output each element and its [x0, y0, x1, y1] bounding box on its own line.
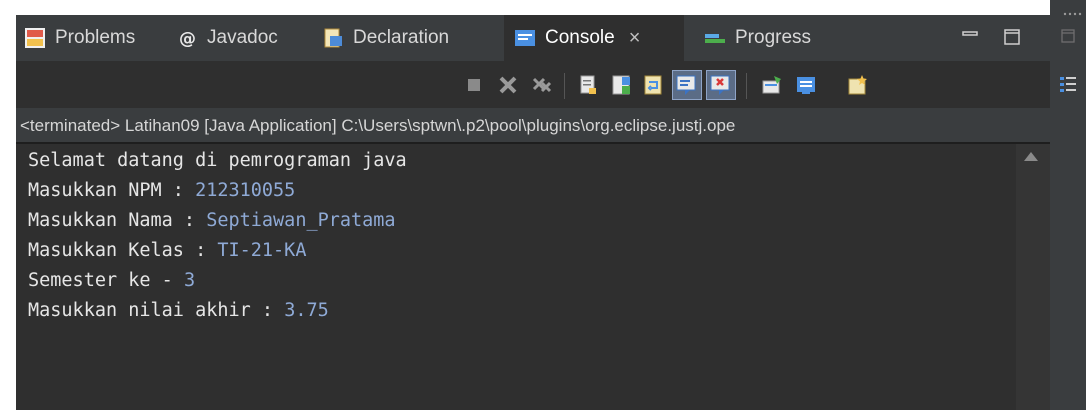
outline-view-icon[interactable]: [1058, 74, 1080, 96]
vertical-scrollbar[interactable]: [1016, 144, 1050, 410]
maximize-icon[interactable]: [1002, 27, 1022, 47]
view-tab-bar: Problems @ Javadoc Declaration Console ×: [16, 15, 1050, 61]
tab-console[interactable]: Console ×: [504, 15, 684, 61]
declaration-icon: [322, 27, 344, 49]
console-line: Masukkan nilai akhir : 3.75: [28, 300, 329, 321]
restore-icon[interactable]: [1060, 28, 1076, 44]
remove-launch-icon[interactable]: [496, 73, 520, 97]
console-toolbar: [16, 61, 1050, 108]
console-line: Masukkan NPM : 212310055: [28, 180, 296, 201]
tab-problems[interactable]: Problems: [24, 15, 135, 61]
open-console-icon[interactable]: [846, 73, 870, 97]
tab-label: Progress: [735, 27, 812, 48]
display-selected-console-icon[interactable]: [794, 73, 818, 97]
javadoc-icon: @: [176, 27, 198, 49]
scroll-lock-icon[interactable]: [610, 73, 634, 97]
more-icon[interactable]: [1062, 2, 1084, 16]
progress-icon: [704, 27, 726, 49]
left-margin: [0, 0, 16, 410]
tab-label: Declaration: [353, 27, 450, 48]
process-status-label: <terminated> Latihan09 [Java Application…: [16, 108, 1050, 144]
word-wrap-icon[interactable]: [642, 73, 666, 97]
toolbar-separator: [746, 73, 747, 99]
show-console-on-error-icon[interactable]: [706, 70, 736, 100]
scroll-up-arrow-icon[interactable]: [1024, 152, 1038, 161]
tab-label: Console: [545, 27, 615, 48]
terminate-icon[interactable]: [462, 73, 486, 97]
tab-declaration[interactable]: Declaration: [322, 15, 449, 61]
console-icon: [514, 27, 536, 49]
minimize-icon[interactable]: [960, 27, 980, 47]
console-line: Selamat datang di pemrograman java: [28, 150, 407, 171]
close-icon[interactable]: ×: [629, 27, 641, 50]
console-line: Masukkan Kelas : TI-21-KA: [28, 240, 307, 261]
tab-javadoc[interactable]: @ Javadoc: [176, 15, 278, 61]
console-line: Semester ke - 3: [28, 270, 196, 291]
console-output[interactable]: Selamat datang di pemrograman java Masuk…: [16, 144, 1016, 410]
problems-icon: [24, 27, 46, 49]
tab-label: Problems: [55, 27, 136, 48]
remove-all-terminated-icon[interactable]: [530, 73, 554, 97]
console-line: Masukkan Nama : Septiawan_Pratama: [28, 210, 396, 231]
toolbar-separator: [564, 73, 565, 99]
pin-console-icon[interactable]: [760, 73, 784, 97]
eclipse-console-view: Problems @ Javadoc Declaration Console ×: [0, 0, 1086, 410]
clear-console-icon[interactable]: [576, 73, 600, 97]
tab-progress[interactable]: Progress: [704, 15, 811, 61]
svg-text:@: @: [179, 29, 196, 49]
right-trim-bar: [1050, 0, 1086, 410]
show-console-on-output-icon[interactable]: [672, 70, 702, 100]
tab-label: Javadoc: [207, 27, 278, 48]
